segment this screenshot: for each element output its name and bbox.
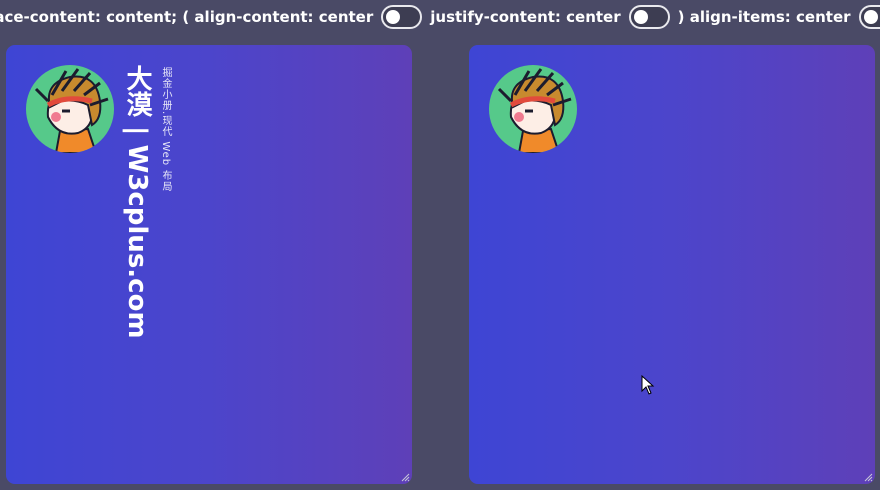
layout-controls-bar: place-content: content; ( align-content:… [0,0,880,34]
align-items-toggle[interactable] [858,5,880,29]
avatar [489,65,577,153]
align-content-toggle[interactable] [381,5,423,29]
resize-grip-icon[interactable] [401,473,410,482]
grid-container-right[interactable] [469,45,875,484]
grid-container-left[interactable]: 大漠 | W3cplus.com 掘金小册.现代 Web 布局 [6,45,412,484]
place-content-label: place-content: content; ( align-content:… [0,7,374,26]
mouse-pointer-icon [641,375,655,395]
toggle-knob [386,10,401,24]
resize-grip-icon[interactable] [864,473,873,482]
brand-subtitle: 掘金小册.现代 Web 布局 [160,67,171,193]
toggle-knob [863,10,878,24]
justify-content-label: justify-content: center [430,7,621,26]
toggle-knob [633,10,648,24]
align-items-label: ) align-items: center [677,7,851,26]
brand-title: 大漠 | W3cplus.com [122,65,152,339]
justify-content-toggle[interactable] [628,5,670,29]
avatar [26,65,114,153]
